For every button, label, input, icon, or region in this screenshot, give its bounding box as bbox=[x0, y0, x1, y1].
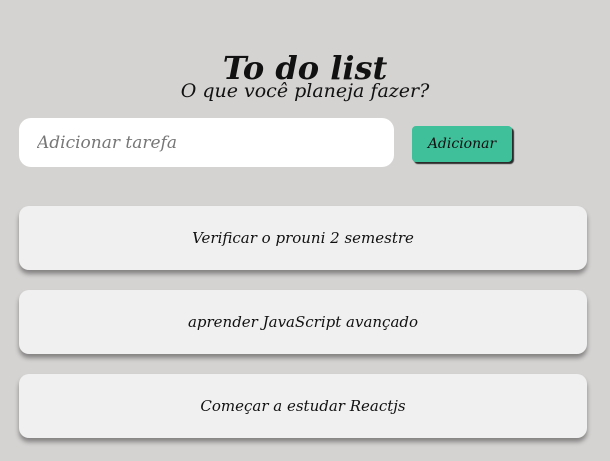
add-task-button[interactable]: Adicionar bbox=[412, 126, 512, 162]
task-item[interactable]: Verificar o prouni 2 semestre bbox=[19, 206, 587, 270]
task-item-text: aprender JavaScript avançado bbox=[187, 313, 419, 331]
task-list: Verificar o prouni 2 semestre aprender J… bbox=[19, 206, 587, 458]
page-subtitle: O que você planeja fazer? bbox=[180, 80, 430, 102]
task-item[interactable]: Começar a estudar Reactjs bbox=[19, 374, 587, 438]
task-item-text: Verificar o prouni 2 semestre bbox=[192, 229, 414, 247]
task-input[interactable] bbox=[19, 118, 394, 167]
task-item[interactable]: aprender JavaScript avançado bbox=[19, 290, 587, 354]
task-item-text: Começar a estudar Reactjs bbox=[200, 397, 406, 415]
